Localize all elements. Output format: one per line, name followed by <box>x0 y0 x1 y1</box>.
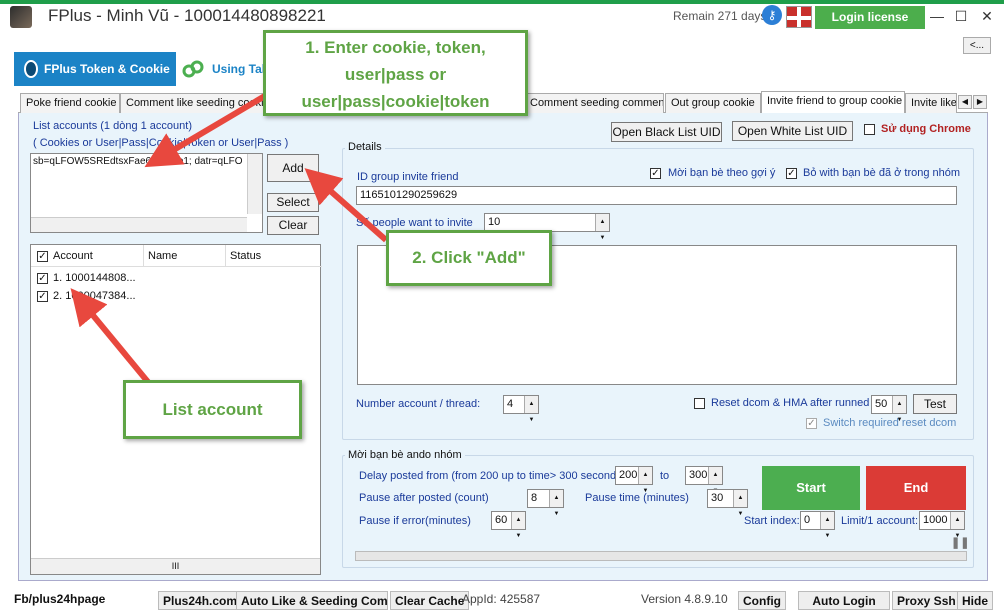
pause-posted-input[interactable]: 8 ▲ ▼ <box>527 489 564 517</box>
use-chrome-label: Sử dụng Chrome <box>881 123 971 135</box>
pause-icon[interactable]: ❚❚ <box>951 536 969 549</box>
app-id: AppId: 425587 <box>462 592 541 606</box>
delay-to-input[interactable]: 300▲▼ <box>685 466 723 494</box>
plus24h-link[interactable]: Plus24h.com <box>158 591 243 610</box>
tab-poke-friend-cookie[interactable]: Poke friend cookie <box>20 93 120 113</box>
column-header-name[interactable]: Name <box>144 245 226 267</box>
user-key-icon <box>24 60 38 78</box>
close-button[interactable]: ✕ <box>974 6 1000 26</box>
skip-members-label: Bỏ with bạn bè đã ở trong nhóm <box>803 167 961 179</box>
config-button[interactable]: Config <box>738 591 786 610</box>
table-row[interactable]: 1. 1000144808... <box>53 272 136 284</box>
table-row[interactable]: 2. 1000047384... <box>53 290 136 302</box>
tab-scroll-right-icon[interactable]: ▶ <box>973 95 987 109</box>
start-index-label: Start index: <box>744 515 800 527</box>
select-all-checkbox[interactable]: ✓ <box>37 251 48 262</box>
window-title: FPlus - Minh Vũ - 100014480898221 <box>48 6 326 25</box>
thread-input[interactable]: 4 ▲ ▼ <box>503 395 539 423</box>
suggest-label: Mời bạn bè theo gợi ý <box>668 167 776 179</box>
group-id-label: ID group invite friend <box>357 171 459 183</box>
minimize-button[interactable]: — <box>924 6 950 26</box>
select-button[interactable]: Select <box>267 193 319 212</box>
login-license-button[interactable]: Login license <box>815 6 925 29</box>
suggest-checkbox[interactable]: ✓ <box>650 168 661 179</box>
grid-horizontal-scrollbar[interactable]: III <box>31 558 320 574</box>
test-button[interactable]: Test <box>913 394 957 414</box>
open-white-list-button[interactable]: Open White List UID <box>732 121 853 141</box>
add-button[interactable]: Add <box>267 154 319 182</box>
pause-time-input[interactable]: 30 ▲ ▼ <box>707 489 748 517</box>
hide-button[interactable]: Hide <box>957 591 994 610</box>
start-index-input[interactable]: 0 ▲ ▼ <box>800 511 835 539</box>
skip-members-checkbox[interactable]: ✓ <box>786 168 797 179</box>
details-title: Details <box>345 141 385 153</box>
callout-step-1-line: user|pass or <box>344 65 447 84</box>
to-label: to <box>660 470 670 482</box>
row-checkbox[interactable]: ✓ <box>37 291 48 302</box>
tab-fplus-token-cookie[interactable]: FPlus Token & Cookie <box>14 52 176 86</box>
tab-comment-like-seeding-cookie[interactable]: Comment like seeding cookie <box>120 93 266 113</box>
group-id-input[interactable]: 1165101290259629 <box>356 186 957 205</box>
tab-invite-friend-to-group-cookie[interactable]: Invite friend to group cookie <box>761 91 905 113</box>
link-icon <box>182 60 204 78</box>
open-black-list-button[interactable]: Open Black List UID <box>611 122 722 142</box>
reset-dcom-checkbox[interactable] <box>694 398 705 409</box>
maximize-button[interactable]: ☐ <box>948 6 974 26</box>
end-button[interactable]: End <box>866 466 966 510</box>
uk-flag-icon[interactable] <box>786 6 812 28</box>
row-checkbox[interactable]: ✓ <box>37 273 48 284</box>
back-button[interactable]: <... <box>963 37 991 54</box>
tab-label: FPlus Token & Cookie <box>44 62 170 76</box>
proxy-ssh-button[interactable]: Proxy Ssh <box>892 591 961 610</box>
list-accounts-title: List accounts (1 dòng 1 account) <box>33 120 192 132</box>
reset-count-input[interactable]: 50 ▲ ▼ <box>871 395 907 423</box>
limit-input[interactable]: 1000 ▲ ▼ <box>919 511 965 539</box>
pause-error-input[interactable]: 60 ▲ ▼ <box>491 511 526 539</box>
tab-invite-like[interactable]: Invite like <box>905 93 957 113</box>
tab-scroll-left-icon[interactable]: ◀ <box>958 95 972 109</box>
clear-cache-button[interactable]: Clear Cache <box>390 591 470 610</box>
clear-button[interactable]: Clear <box>267 216 319 235</box>
limit-label: Limit/1 account: <box>841 515 919 527</box>
people-label: Số people want to invite <box>356 217 473 229</box>
tab-comment-seeding-comment[interactable]: Comment seeding comment <box>524 93 664 113</box>
callout-list-account: List account <box>123 380 302 439</box>
delay-label: Delay posted from (from 200 up to time> … <box>359 470 626 482</box>
use-chrome-checkbox[interactable] <box>864 124 875 135</box>
callout-step-1-line: user|pass|cookie|token <box>301 92 490 111</box>
pause-posted-label: Pause after posted (count) <box>359 492 489 504</box>
settings-title: Mời bạn bè ando nhóm <box>345 449 465 461</box>
fb-page-link[interactable]: Fb/plus24hpage <box>14 592 105 606</box>
auto-like-seeding-button[interactable]: Auto Like & Seeding Com... <box>236 591 388 610</box>
list-accounts-hint: ( Cookies or User|Pass|Cookie|Token or U… <box>33 137 289 149</box>
reset-dcom-label: Reset dcom & HMA after runned <box>711 397 870 409</box>
pause-error-label: Pause if error(minutes) <box>359 515 471 527</box>
thread-label: Number account / thread: <box>356 398 481 410</box>
tab-out-group-cookie[interactable]: Out group cookie <box>665 93 761 113</box>
switch-dcom-checkbox[interactable]: ✓ <box>806 418 817 429</box>
textarea-horizontal-scrollbar[interactable] <box>31 217 247 232</box>
delay-from-input[interactable]: 200 ▲ ▼ <box>615 466 653 494</box>
version-label: Version 4.8.9.10 <box>641 592 728 606</box>
pause-time-label: Pause time (minutes) <box>585 492 689 504</box>
switch-dcom-label: Switch required reset dcom <box>823 417 957 429</box>
remain-days: Remain 271 days <box>673 9 767 23</box>
callout-step-1: 1. Enter cookie, token, user|pass or use… <box>263 30 528 116</box>
auto-login-button[interactable]: Auto Login <box>798 591 890 610</box>
key-icon[interactable]: ⚷ <box>762 5 782 25</box>
tab-label: Using Tab <box>212 62 270 76</box>
textarea-vertical-scrollbar[interactable] <box>247 154 262 214</box>
callout-step-1-line: 1. Enter cookie, token, <box>305 38 486 57</box>
column-header-status[interactable]: Status <box>226 245 322 267</box>
start-button[interactable]: Start <box>762 466 860 510</box>
progress-bar <box>355 551 967 561</box>
app-icon <box>10 6 32 28</box>
callout-step-2: 2. Click "Add" <box>386 230 552 286</box>
